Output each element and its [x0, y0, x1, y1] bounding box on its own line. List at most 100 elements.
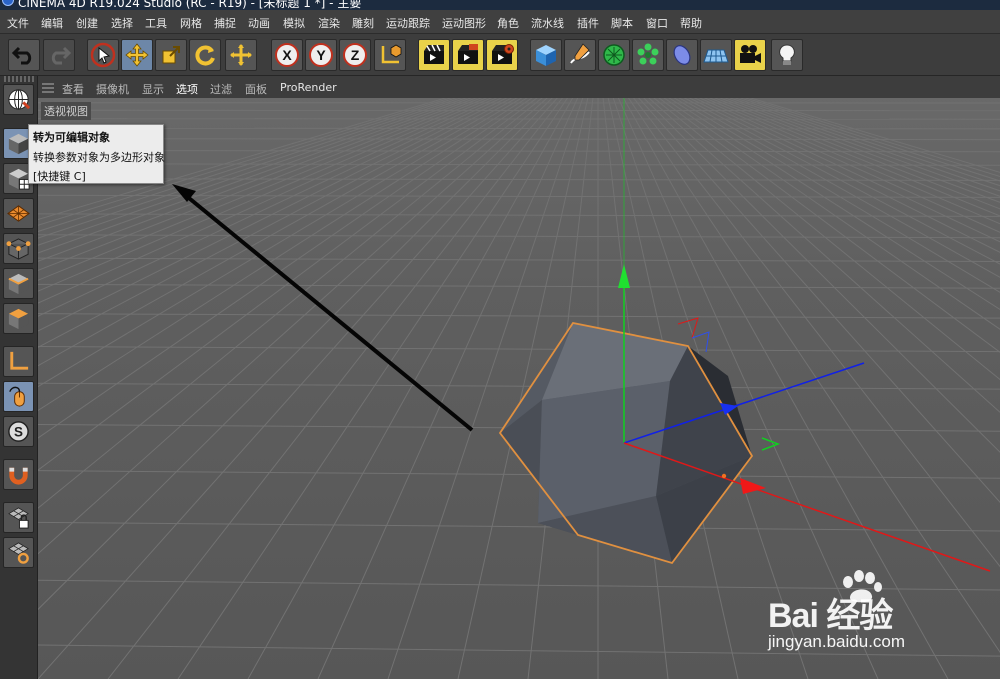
magnet-icon [9, 467, 28, 485]
z-axis-button[interactable]: Z [339, 39, 371, 71]
viewport-menu-display[interactable]: 显示 [142, 81, 164, 97]
menu-sculpt[interactable]: 雕刻 [352, 15, 374, 31]
edge-mode-icon [8, 273, 29, 295]
camera-icon [740, 45, 761, 63]
workplane-align-button[interactable] [3, 537, 34, 568]
texture-mode-icon [7, 205, 30, 222]
camera-button[interactable] [734, 39, 766, 71]
viewport-grip[interactable] [42, 81, 54, 93]
x-axis-label: X [282, 47, 292, 63]
palette-grip[interactable] [4, 76, 34, 82]
subdivision-button[interactable] [598, 39, 630, 71]
viewport-menu-filter[interactable]: 过滤 [210, 81, 232, 97]
cloner-icon [637, 43, 659, 65]
menu-pipeline[interactable]: 流水线 [531, 15, 564, 31]
y-axis-label: Y [316, 47, 326, 63]
recent-tool-button[interactable] [225, 39, 257, 71]
menu-mesh[interactable]: 网格 [180, 15, 202, 31]
x-axis-icon: X [275, 43, 299, 67]
light-button[interactable] [771, 39, 803, 71]
point-mode-button[interactable] [3, 233, 34, 264]
undo-button[interactable] [8, 39, 40, 71]
menu-select[interactable]: 选择 [111, 15, 133, 31]
texture-mode-button[interactable] [3, 198, 34, 229]
axis-mode-icon [10, 351, 29, 370]
floor-button[interactable] [700, 39, 732, 71]
menu-simulate[interactable]: 模拟 [283, 15, 305, 31]
menu-animate[interactable]: 动画 [248, 15, 270, 31]
menu-motion-tracking[interactable]: 运动跟踪 [386, 15, 430, 31]
enable-snap-button[interactable] [3, 459, 34, 490]
render-view-button[interactable] [418, 39, 450, 71]
move-button[interactable] [121, 39, 153, 71]
workplane-align-icon [8, 542, 29, 564]
menu-edit[interactable]: 编辑 [41, 15, 63, 31]
redo-button[interactable] [43, 39, 75, 71]
edge-mode-button[interactable] [3, 268, 34, 299]
watermark-brand: Bai 经验 [768, 597, 893, 635]
rotate-button[interactable] [189, 39, 221, 71]
undo-icon [11, 46, 32, 65]
render-view-icon [424, 44, 444, 64]
workplane-lock-button[interactable] [3, 502, 34, 533]
menu-help[interactable]: 帮助 [680, 15, 702, 31]
viewport-menu-view[interactable]: 查看 [62, 81, 84, 97]
redo-icon [51, 46, 72, 65]
viewport-menu-options[interactable]: 选项 [176, 81, 198, 97]
y-axis-icon: Y [309, 43, 333, 67]
rotate-icon [195, 45, 215, 66]
menu-window[interactable]: 窗口 [646, 15, 668, 31]
subdivision-icon [603, 44, 625, 66]
menu-bar: 文件 编辑 创建 选择 工具 网格 捕捉 动画 模拟 渲染 雕刻 运动跟踪 运动… [0, 10, 1000, 34]
main-toolbar: X Y Z [0, 34, 1000, 76]
world-coordinates-button[interactable] [374, 39, 406, 71]
deformer-button[interactable] [666, 39, 698, 71]
y-axis-button[interactable]: Y [305, 39, 337, 71]
viewport-mode-button[interactable] [3, 84, 34, 115]
snap-button[interactable]: S [3, 416, 34, 447]
move-icon [125, 43, 149, 67]
menu-character[interactable]: 角色 [497, 15, 519, 31]
watermark-site: jingyan.baidu.com [768, 632, 906, 651]
menu-mograph[interactable]: 运动图形 [442, 15, 486, 31]
viewport-menu-panel[interactable]: 面板 [245, 81, 267, 97]
pen-icon [570, 43, 590, 64]
menu-snap[interactable]: 捕捉 [214, 15, 236, 31]
x-axis-button[interactable]: X [271, 39, 303, 71]
tweak-mode-button[interactable] [3, 381, 34, 412]
viewport-menu-cameras[interactable]: 摄像机 [96, 81, 129, 97]
axis-mode-button[interactable] [3, 346, 34, 377]
menu-render[interactable]: 渲染 [318, 15, 340, 31]
menu-file[interactable]: 文件 [7, 15, 29, 31]
live-select-button[interactable] [87, 39, 119, 71]
cinema4d-logo-icon [2, 0, 14, 6]
viewport-label: 透视视图 [41, 102, 91, 120]
world-coordinates-icon [381, 44, 402, 64]
polygon-mode-icon [8, 308, 29, 330]
floor-icon [703, 49, 729, 63]
title-bar: CINEMA 4D R19.024 Studio (RC - R19) - [未… [0, 0, 1000, 10]
tooltip-title: 转为可编辑对象 [33, 131, 110, 144]
cloner-button[interactable] [632, 39, 664, 71]
polygon-mode-button[interactable] [3, 303, 34, 334]
tooltip-description: 转换参数对象为多边形对象 [33, 151, 165, 164]
cube-button[interactable] [530, 39, 562, 71]
render-settings-button[interactable] [486, 39, 518, 71]
deformer-icon [673, 45, 691, 65]
tooltip-shortcut: [快捷键 C] [33, 170, 86, 183]
scale-button[interactable] [155, 39, 187, 71]
z-axis-label: Z [351, 47, 360, 63]
light-icon [779, 44, 795, 65]
menu-script[interactable]: 脚本 [611, 15, 633, 31]
z-axis-icon: Z [343, 43, 367, 67]
menu-tools[interactable]: 工具 [145, 15, 167, 31]
viewport-menu-prorender[interactable]: ProRender [280, 81, 337, 94]
pen-button[interactable] [564, 39, 596, 71]
globe-icon [8, 89, 31, 110]
render-picture-viewer-button[interactable] [452, 39, 484, 71]
menu-create[interactable]: 创建 [76, 15, 98, 31]
grid-line [38, 118, 1000, 120]
make-editable-tooltip: 转为可编辑对象 转换参数对象为多边形对象 [快捷键 C] [28, 124, 165, 184]
menu-plugins[interactable]: 插件 [577, 15, 599, 31]
object-axis-point [721, 473, 727, 479]
